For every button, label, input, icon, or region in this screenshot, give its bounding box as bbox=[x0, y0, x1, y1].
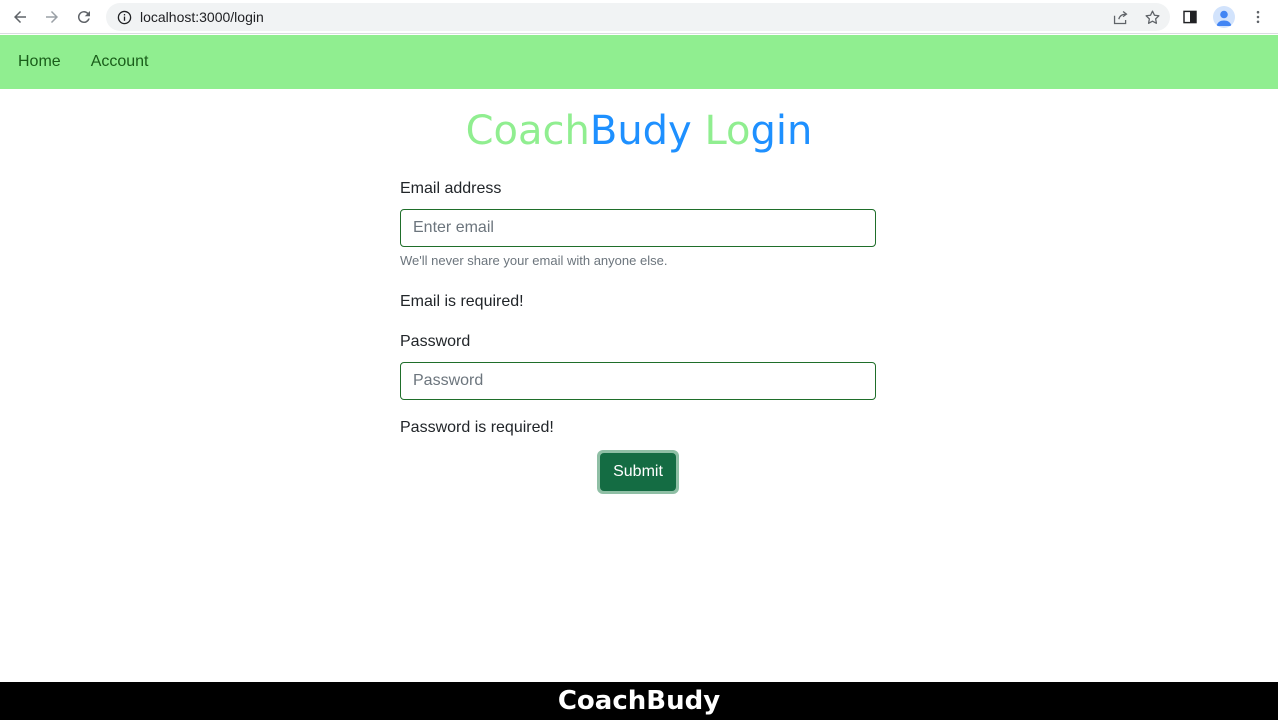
login-form: Email address We'll never share your ema… bbox=[400, 178, 876, 439]
email-error: Email is required! bbox=[400, 293, 524, 310]
profile-avatar-icon[interactable] bbox=[1212, 5, 1236, 29]
email-label: Email address bbox=[400, 180, 502, 197]
forward-arrow-icon bbox=[46, 10, 58, 23]
nav-item-home[interactable]: Home bbox=[18, 53, 61, 71]
browser-toolbar: localhost:3000/login bbox=[0, 0, 1278, 34]
password-error: Password is required! bbox=[400, 419, 554, 436]
title-part-budy: Budy bbox=[589, 108, 692, 154]
nav-item-account[interactable]: Account bbox=[91, 53, 149, 71]
info-icon[interactable] bbox=[116, 9, 132, 25]
submit-button[interactable]: Submit bbox=[600, 453, 676, 491]
more-vert-icon[interactable] bbox=[1246, 5, 1270, 29]
page-title: CoachBudy Login bbox=[0, 108, 1278, 154]
share-icon[interactable] bbox=[1110, 7, 1130, 27]
url-text[interactable]: localhost:3000/login bbox=[140, 9, 264, 25]
back-arrow-icon bbox=[14, 10, 26, 23]
password-label: Password bbox=[400, 333, 471, 350]
title-part-gin: gin bbox=[750, 108, 813, 154]
navbar: Home Account bbox=[0, 35, 1278, 89]
email-help-text: We'll never share your email with anyone… bbox=[400, 253, 668, 268]
submit-focus-ring: Submit bbox=[597, 450, 679, 494]
reload-icon bbox=[77, 10, 90, 23]
side-panel-icon[interactable] bbox=[1178, 5, 1202, 29]
reload-button[interactable] bbox=[68, 1, 100, 33]
title-part-lo: Lo bbox=[704, 108, 751, 154]
star-icon[interactable] bbox=[1142, 7, 1162, 27]
title-part-coach: Coach bbox=[465, 108, 590, 154]
email-field[interactable] bbox=[400, 209, 876, 247]
address-bar[interactable]: localhost:3000/login bbox=[106, 3, 1170, 31]
forward-button[interactable] bbox=[36, 1, 68, 33]
password-field[interactable] bbox=[400, 362, 876, 400]
back-button[interactable] bbox=[4, 1, 36, 33]
footer-brand: CoachBudy bbox=[557, 686, 721, 716]
footer: CoachBudy bbox=[0, 682, 1278, 720]
